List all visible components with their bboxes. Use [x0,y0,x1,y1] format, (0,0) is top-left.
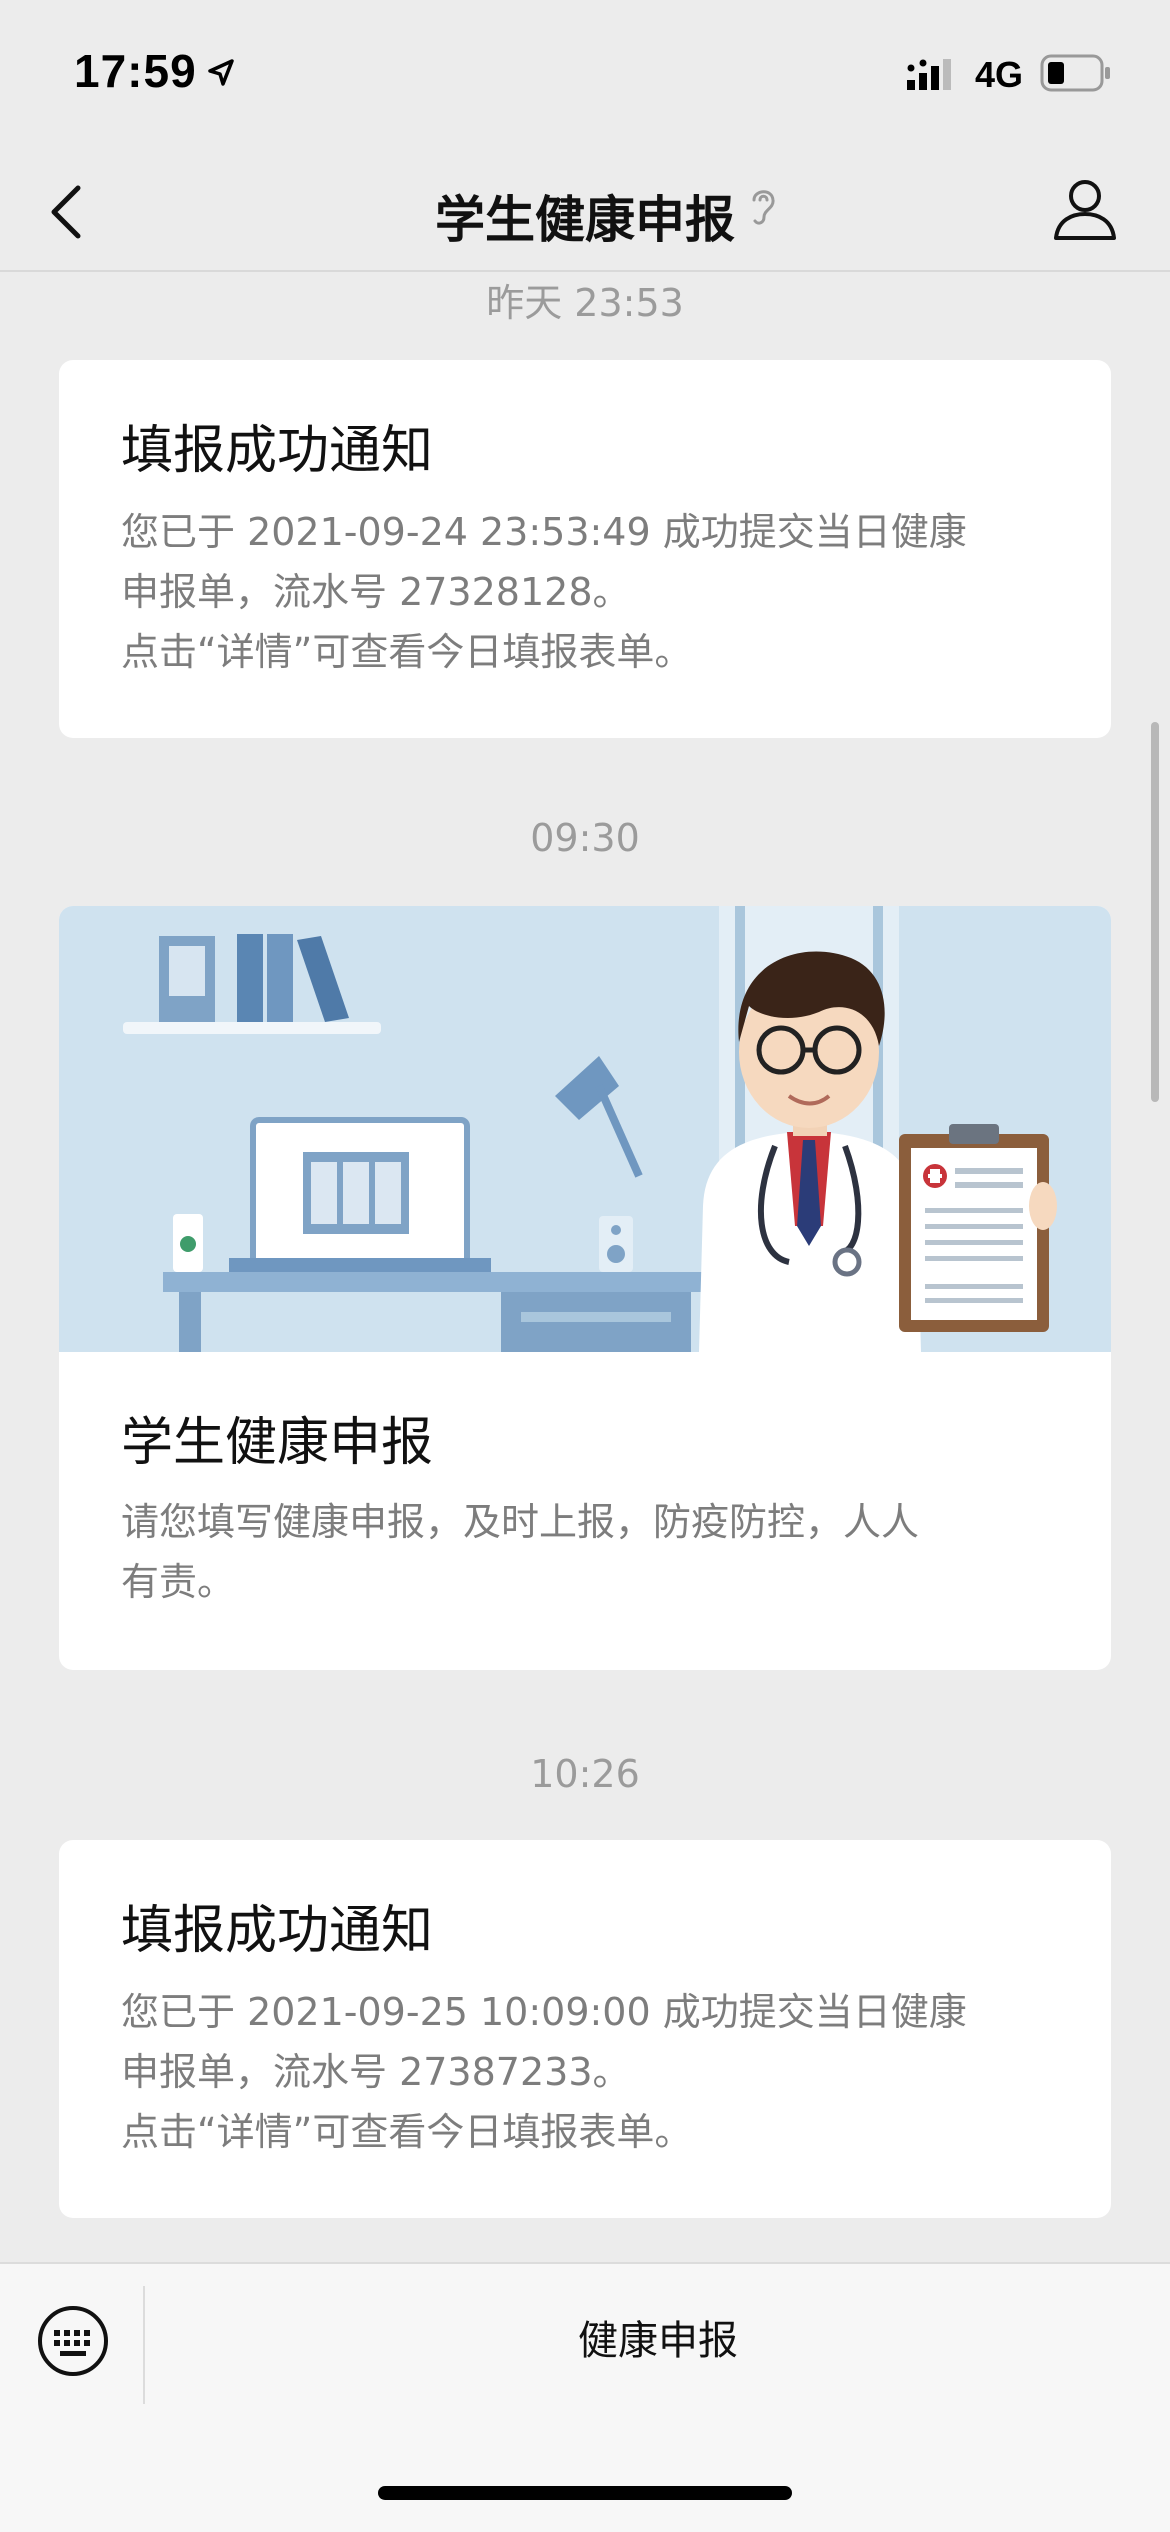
card-body-line: 点击“详情”可查看今日填报表单。 [121,2110,693,2154]
page-title: 学生健康申报 [435,191,735,249]
card-body-line: 申报单，流水号 27387233。 [121,2050,631,2094]
card-body: 您已于 2021-09-24 23:53:49 成功提交当日健康 申报单，流水号… [121,502,1081,682]
scrollbar[interactable] [1151,722,1159,1102]
doctor-illustration [59,906,1111,1352]
card-body-line: 有责。 [121,1560,236,1604]
ear-icon [752,190,775,225]
card-body-line: 申报单，流水号 27328128。 [121,570,631,614]
card-title: 填报成功通知 [121,1901,434,1961]
keyboard-icon[interactable] [36,2304,110,2378]
card-body-line: 请您填写健康申报，及时上报，防疫防控，人人 [121,1500,920,1544]
signal-icon [907,59,951,90]
nav-bar: 学生健康申报 [0,150,1170,272]
message-card[interactable]: 填报成功通知 您已于 2021-09-25 10:09:00 成功提交当日健康 … [59,1840,1111,2218]
bottom-divider [143,2286,145,2404]
card-body: 请您填写健康申报，及时上报，防疫防控，人人 有责。 [121,1492,1081,1612]
status-time: 17:59 [74,45,197,97]
card-body-line: 您已于 2021-09-24 23:53:49 成功提交当日健康 [121,510,967,554]
message-timestamp: 10:26 [530,1752,640,1796]
location-arrow-icon [208,59,234,86]
menu-item-health-report[interactable]: 健康申报 [146,2304,1170,2378]
card-body-line: 您已于 2021-09-25 10:09:00 成功提交当日健康 [121,1990,967,2034]
card-title: 填报成功通知 [121,421,434,481]
status-bar: 17:59 4G [0,0,1170,150]
card-title: 学生健康申报 [121,1413,434,1473]
profile-icon[interactable] [1050,174,1120,244]
card-body: 您已于 2021-09-25 10:09:00 成功提交当日健康 申报单，流水号… [121,1982,1081,2162]
article-card[interactable]: 学生健康申报 请您填写健康申报，及时上报，防疫防控，人人 有责。 [59,906,1111,1670]
network-label: 4G [975,54,1024,95]
home-indicator[interactable] [378,2486,792,2500]
message-card[interactable]: 填报成功通知 您已于 2021-09-24 23:53:49 成功提交当日健康 … [59,360,1111,738]
message-timestamp: 09:30 [530,816,640,860]
message-timestamp: 昨天 23:53 [486,281,684,325]
battery-icon [1040,54,1110,92]
card-body-line: 点击“详情”可查看今日填报表单。 [121,630,693,674]
message-list[interactable]: 昨天 23:53 填报成功通知 您已于 2021-09-24 23:53:49 … [0,272,1170,2262]
